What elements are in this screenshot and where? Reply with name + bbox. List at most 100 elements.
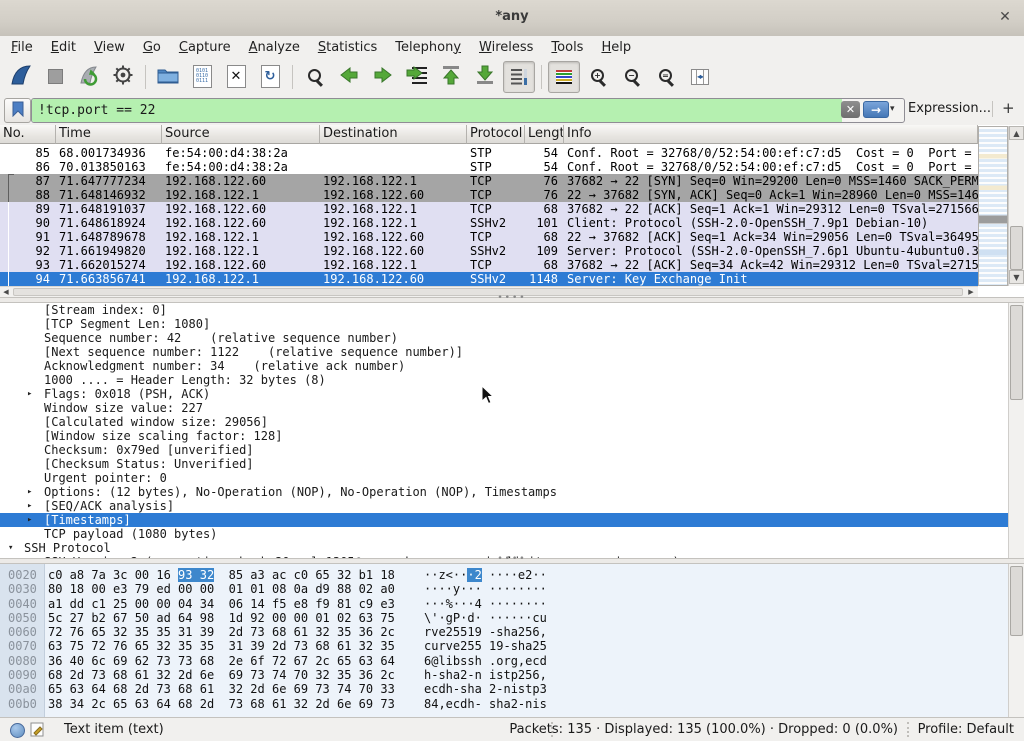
hex-row-0080[interactable]: 008036 40 6c 69 62 73 73 68 2e 6f 72 67 …: [0, 654, 1008, 668]
go-to-packet-button[interactable]: [401, 61, 433, 93]
expanded-arrow-icon[interactable]: ▾: [8, 541, 13, 555]
details-scrollbar-thumb[interactable]: [1010, 305, 1023, 400]
zoom-out-button[interactable]: −: [616, 61, 648, 93]
filter-expression-button[interactable]: Expression...: [908, 101, 991, 116]
stop-capture-button[interactable]: [39, 61, 71, 93]
hex-row-0060[interactable]: 006072 76 65 32 35 35 31 39 2d 73 68 61 …: [0, 625, 1008, 639]
hex-row-0050[interactable]: 00505c 27 b2 67 50 ad 64 98 1d 92 00 00 …: [0, 611, 1008, 625]
detail-line-12[interactable]: Urgent pointer: 0: [0, 471, 1024, 485]
packet-row-90[interactable]: 9071.648618924192.168.122.60192.168.122.…: [0, 216, 978, 230]
detail-line-2[interactable]: Sequence number: 42 (relative sequence n…: [0, 331, 1024, 345]
hex-row-0030[interactable]: 003080 18 00 e3 79 ed 00 00 01 01 08 0a …: [0, 582, 1008, 596]
hex-row-0040[interactable]: 0040a1 dd c1 25 00 00 04 34 06 14 f5 e8 …: [0, 597, 1008, 611]
go-to-top-button[interactable]: [435, 61, 467, 93]
hex-scrollbar-thumb[interactable]: [1010, 566, 1023, 636]
menu-help[interactable]: Help: [592, 40, 640, 55]
hex-bytes[interactable]: 72 76 65 32 35 35 31 39 2d 73 68 61 32 3…: [48, 625, 395, 639]
go-back-button[interactable]: [333, 61, 365, 93]
hex-bytes[interactable]: a1 dd c1 25 00 00 04 34 06 14 f5 e8 f9 8…: [48, 597, 395, 611]
hex-ascii[interactable]: curve255 19-sha25: [424, 639, 547, 653]
go-to-bottom-button[interactable]: [469, 61, 501, 93]
zoom-in-button[interactable]: +: [582, 61, 614, 93]
packet-list-hscrollbar[interactable]: ◀ ▶: [0, 286, 978, 297]
menu-capture[interactable]: Capture: [170, 40, 240, 55]
packet-row-86[interactable]: 8670.013850163fe:54:00:d4:38:2aSTP54Conf…: [0, 160, 978, 174]
scroll-up-icon[interactable]: ▲: [1009, 126, 1024, 140]
collapsed-arrow-icon[interactable]: ▸: [27, 499, 32, 513]
hex-bytes[interactable]: 36 40 6c 69 62 73 73 68 2e 6f 72 67 2c 6…: [48, 654, 395, 668]
detail-line-15[interactable]: ▸[Timestamps]: [0, 513, 1024, 527]
column-header-time[interactable]: Time: [56, 125, 162, 144]
packet-row-85[interactable]: 8568.001734936fe:54:00:d4:38:2aSTP54Conf…: [0, 146, 978, 160]
hex-bytes[interactable]: 5c 27 b2 67 50 ad 64 98 1d 92 00 00 01 0…: [48, 611, 395, 625]
packet-row-94[interactable]: 9471.663856741192.168.122.1192.168.122.6…: [0, 272, 978, 286]
menu-wireless[interactable]: Wireless: [470, 40, 542, 55]
filter-clear-button[interactable]: ✕: [841, 101, 860, 118]
packet-row-87[interactable]: 8771.647777234192.168.122.60192.168.122.…: [0, 174, 978, 188]
hex-scrollbar[interactable]: [1008, 564, 1024, 717]
collapsed-arrow-icon[interactable]: ▸: [27, 485, 32, 499]
packet-list-minimap[interactable]: [978, 126, 1008, 286]
column-header-no[interactable]: No.: [0, 125, 56, 144]
column-header-protocol[interactable]: Protocol: [467, 125, 525, 144]
menu-telephony[interactable]: Telephony: [386, 40, 470, 55]
collapsed-arrow-icon[interactable]: ▸: [27, 513, 32, 527]
filter-apply-button[interactable]: →: [863, 101, 889, 118]
menu-go[interactable]: Go: [134, 40, 170, 55]
expert-info-icon[interactable]: [10, 723, 25, 738]
filter-input[interactable]: !tcp.port == 22: [32, 99, 842, 122]
hex-row-00a0[interactable]: 00a065 63 64 68 2d 73 68 61 32 2d 6e 69 …: [0, 682, 1008, 696]
column-header-info[interactable]: Info: [564, 125, 978, 144]
hex-row-0070[interactable]: 007063 75 72 76 65 32 35 35 31 39 2d 73 …: [0, 639, 1008, 653]
close-file-button[interactable]: ✕: [220, 61, 252, 93]
go-forward-button[interactable]: [367, 61, 399, 93]
save-file-button[interactable]: 010101100111: [186, 61, 218, 93]
detail-line-13[interactable]: ▸Options: (12 bytes), No-Operation (NOP)…: [0, 485, 1024, 499]
detail-line-0[interactable]: [Stream index: 0]: [0, 303, 1024, 317]
detail-line-16[interactable]: TCP payload (1080 bytes): [0, 527, 1024, 541]
filter-bookmark-button[interactable]: [4, 98, 31, 123]
hex-ascii[interactable]: ecdh-sha 2-nistp3: [424, 682, 547, 696]
menu-file[interactable]: File: [2, 40, 42, 55]
column-header-length[interactable]: Length: [525, 125, 564, 144]
hex-bytes[interactable]: 63 75 72 76 65 32 35 35 31 39 2d 73 68 6…: [48, 639, 395, 653]
restart-capture-button[interactable]: [73, 61, 105, 93]
hex-ascii[interactable]: rve25519 -sha256,: [424, 625, 547, 639]
detail-line-10[interactable]: Checksum: 0x79ed [unverified]: [0, 443, 1024, 457]
hex-ascii[interactable]: ····y··· ········: [424, 582, 547, 596]
packet-row-91[interactable]: 9171.648789678192.168.122.1192.168.122.6…: [0, 230, 978, 244]
packet-row-92[interactable]: 9271.661949820192.168.122.1192.168.122.6…: [0, 244, 978, 258]
packet-list-scrollbar[interactable]: ▲ ▼: [1008, 126, 1024, 286]
scrollbar-thumb[interactable]: [1010, 226, 1023, 270]
hscrollbar-thumb[interactable]: [13, 288, 963, 296]
scroll-left-icon[interactable]: ◀: [0, 287, 12, 297]
detail-line-8[interactable]: [Calculated window size: 29056]: [0, 415, 1024, 429]
detail-line-6[interactable]: ▸Flags: 0x018 (PSH, ACK): [0, 387, 1024, 401]
detail-line-3[interactable]: [Next sequence number: 1122 (relative se…: [0, 345, 1024, 359]
capture-options-button[interactable]: [107, 61, 139, 93]
reload-file-button[interactable]: ↻: [254, 61, 286, 93]
collapsed-arrow-icon[interactable]: ▸: [27, 387, 32, 401]
detail-line-9[interactable]: [Window size scaling factor: 128]: [0, 429, 1024, 443]
scroll-down-icon[interactable]: ▼: [1009, 270, 1024, 284]
start-capture-button[interactable]: [5, 61, 37, 93]
hex-row-00b0[interactable]: 00b038 34 2c 65 63 64 68 2d 73 68 61 32 …: [0, 697, 1008, 711]
hex-ascii[interactable]: ··z<···2 ····e2··: [424, 568, 547, 582]
menu-analyze[interactable]: Analyze: [240, 40, 309, 55]
hex-ascii[interactable]: 6@libssh .org,ecd: [424, 654, 547, 668]
hex-bytes[interactable]: 65 63 64 68 2d 73 68 61 32 2d 6e 69 73 7…: [48, 682, 395, 696]
column-header-destination[interactable]: Destination: [320, 125, 467, 144]
hex-bytes[interactable]: c0 a8 7a 3c 00 16 93 32 85 a3 ac c0 65 3…: [48, 568, 395, 582]
detail-line-11[interactable]: [Checksum Status: Unverified]: [0, 457, 1024, 471]
hex-ascii[interactable]: 84,ecdh- sha2-nis: [424, 697, 547, 711]
filter-add-button[interactable]: +: [1002, 99, 1015, 117]
titlebar[interactable]: *any ✕: [0, 0, 1024, 37]
auto-scroll-button[interactable]: [503, 61, 535, 93]
detail-line-4[interactable]: Acknowledgment number: 34 (relative ack …: [0, 359, 1024, 373]
hex-bytes[interactable]: 68 2d 73 68 61 32 2d 6e 69 73 74 70 32 3…: [48, 668, 395, 682]
filter-history-caret[interactable]: ▾: [890, 104, 895, 114]
colorize-button[interactable]: [548, 61, 580, 93]
packet-row-89[interactable]: 8971.648191037192.168.122.60192.168.122.…: [0, 202, 978, 216]
detail-line-5[interactable]: 1000 .... = Header Length: 32 bytes (8): [0, 373, 1024, 387]
zoom-reset-button[interactable]: =: [650, 61, 682, 93]
